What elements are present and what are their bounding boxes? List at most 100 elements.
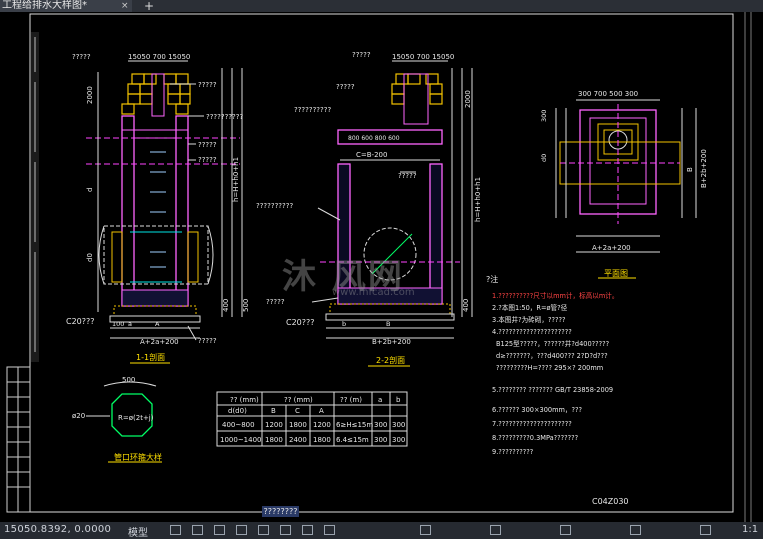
clean-screen-icon[interactable] bbox=[700, 525, 711, 535]
ortho-icon[interactable] bbox=[214, 525, 225, 535]
label-top-left: ????? bbox=[72, 53, 91, 61]
workspace-icon[interactable] bbox=[490, 525, 501, 535]
plan-dims-text: 300 700 500 300 bbox=[578, 90, 638, 98]
note-7: ?????????H=???? 295×? 200mm bbox=[496, 364, 603, 372]
section-1-1-title: 1-1剖面 bbox=[136, 352, 165, 362]
table-r0c6: 300 bbox=[392, 421, 405, 429]
table-r0c1: 1200 bbox=[265, 421, 283, 429]
note-1: 1.??????????尺寸以mm计，标高以m计。 bbox=[492, 291, 619, 300]
bottom-a-left: a bbox=[128, 320, 132, 328]
leader-label-2: ?????????? bbox=[206, 113, 243, 121]
table-s1: B bbox=[271, 407, 276, 415]
drawing-canvas[interactable]: 15050 700 15050 ????? 2000 d d0 h=H+h0+h… bbox=[0, 12, 763, 522]
isolate-icon[interactable] bbox=[560, 525, 571, 535]
layout-tab[interactable]: ???????? bbox=[262, 506, 299, 517]
title-strip-rows bbox=[7, 367, 30, 512]
document-tab-title: 工程给排水大样图* bbox=[2, 0, 87, 11]
lineweight-icon[interactable] bbox=[302, 525, 313, 535]
osnap-icon[interactable] bbox=[258, 525, 269, 535]
tab-bar: 工程给排水大样图* × + bbox=[0, 0, 763, 12]
drawing-number: C04Z030 bbox=[592, 497, 629, 506]
table-h2: ?? (m) bbox=[340, 396, 362, 404]
note-10: 7.????????????????????? bbox=[492, 420, 572, 428]
table-r0c0: 400~800 bbox=[222, 421, 255, 429]
note-3: 3.本图井?为砖砌，????? bbox=[492, 315, 566, 324]
hoop-title: 管口环箍大样 bbox=[114, 452, 162, 462]
watermark-url: www.mfcad.com bbox=[332, 287, 415, 298]
coordinate-readout: 15050.8392, 0.0000 bbox=[4, 524, 112, 535]
table-h3: a bbox=[378, 396, 382, 404]
ladder-rungs bbox=[150, 151, 166, 268]
mid-depth-label: h=H+h0+h1 bbox=[474, 177, 482, 222]
top-dims-text: 15050 700 15050 bbox=[128, 53, 190, 61]
annotation-icon[interactable] bbox=[420, 525, 431, 535]
table-r0c5: 300 bbox=[374, 421, 387, 429]
table-h0: ?? (mm) bbox=[230, 396, 259, 404]
table-r1c1: 1800 bbox=[265, 436, 283, 444]
bottom-A-left: A bbox=[155, 320, 160, 328]
dim-d0-label: d0 bbox=[86, 253, 94, 262]
left-wall bbox=[121, 115, 135, 307]
bottom-B-mid: B bbox=[386, 320, 390, 328]
table-r1c4: 6.4≤15m bbox=[336, 436, 369, 444]
add-tab-button[interactable]: + bbox=[138, 0, 160, 12]
dim-d-label: d bbox=[86, 188, 94, 192]
mid-c-label: C=B-200 bbox=[356, 151, 387, 159]
table-r1c0: 1000~1400 bbox=[220, 436, 262, 444]
mid-right-wall bbox=[429, 163, 443, 305]
hardware-icon[interactable] bbox=[630, 525, 641, 535]
mid-label-4: ?????????? bbox=[256, 202, 293, 210]
c20-left: C20??? bbox=[66, 317, 95, 326]
mid-top-label: ????? bbox=[352, 51, 371, 59]
scale-readout[interactable]: 1:1 bbox=[742, 524, 758, 535]
cover-slab bbox=[151, 73, 165, 117]
grid-icon[interactable] bbox=[170, 525, 181, 535]
hoop-detail: 500 R=ø(2t+j) ø20 管口环箍大样 bbox=[72, 376, 162, 463]
note-9: 6.?????? 300×300mm，??? bbox=[492, 406, 583, 414]
dim-400-mid: 400 bbox=[462, 299, 470, 312]
leader-label-4: ????? bbox=[198, 156, 217, 164]
close-icon[interactable]: × bbox=[121, 0, 129, 12]
plan-left-d0: d0 bbox=[540, 154, 548, 162]
table-r0c4: 6≥H≤15m bbox=[336, 421, 373, 429]
depth-label: h=H+h0+h1 bbox=[232, 157, 240, 202]
mid-dims-text: 15050 700 15050 bbox=[392, 53, 454, 61]
dim-2000-left: 2000 bbox=[86, 86, 94, 104]
dim-400-left: 400 bbox=[222, 299, 230, 312]
otrack-icon[interactable] bbox=[280, 525, 291, 535]
table-r1c5: 300 bbox=[374, 436, 387, 444]
dimension-table: ?? (mm) ?? (mm) ?? (m) a b d(d0) B C A 4… bbox=[216, 391, 408, 447]
pipe-outline bbox=[103, 225, 209, 285]
mid-inner-dims: 800 600 800 600 bbox=[348, 135, 400, 142]
note-5: B125型?????，??????井?d400????? bbox=[496, 339, 610, 348]
hoop-dim: 500 bbox=[122, 376, 135, 384]
mid-label-3: ?????????? bbox=[294, 106, 331, 114]
table-s3: A bbox=[319, 407, 324, 415]
table-r0c2: 1800 bbox=[289, 421, 307, 429]
table-s2: C bbox=[295, 407, 300, 415]
bottom-sum-left: A+2a+200 bbox=[140, 338, 179, 346]
table-r1c6: 300 bbox=[392, 436, 405, 444]
c20-mid: C20??? bbox=[286, 318, 315, 327]
brick-cap bbox=[121, 73, 191, 115]
notes-block: ?注 1.??????????尺寸以mm计，标高以m计。 2.?本图1:50，R… bbox=[486, 274, 619, 456]
right-wall bbox=[175, 115, 189, 307]
dim-500-left: 500 bbox=[242, 299, 250, 312]
table-r1c2: 2400 bbox=[289, 436, 307, 444]
note-12: 9.?????????? bbox=[492, 448, 534, 456]
transparency-icon[interactable] bbox=[324, 525, 335, 535]
model-tab[interactable]: 模型 bbox=[128, 524, 148, 539]
note-11: 8.?????????0.3MPa??????? bbox=[492, 434, 579, 442]
note-2: 2.?本图1:50，R=ø管?径 bbox=[492, 303, 568, 312]
leader-label-5: ????? bbox=[198, 337, 217, 345]
plan-b-label: B bbox=[686, 167, 694, 172]
base-slab bbox=[121, 289, 189, 307]
snap-icon[interactable] bbox=[192, 525, 203, 535]
table-s0: d(d0) bbox=[228, 407, 247, 415]
polar-icon[interactable] bbox=[236, 525, 247, 535]
plan-b2-label: B+2b+200 bbox=[700, 149, 708, 188]
notes-heading: ?注 bbox=[486, 274, 498, 284]
note-8: 5.???????? ??????? GB/T 23858-2009 bbox=[492, 386, 613, 394]
document-tab[interactable]: 工程给排水大样图* bbox=[0, 0, 132, 12]
plan-title: 平面图 bbox=[604, 269, 628, 278]
